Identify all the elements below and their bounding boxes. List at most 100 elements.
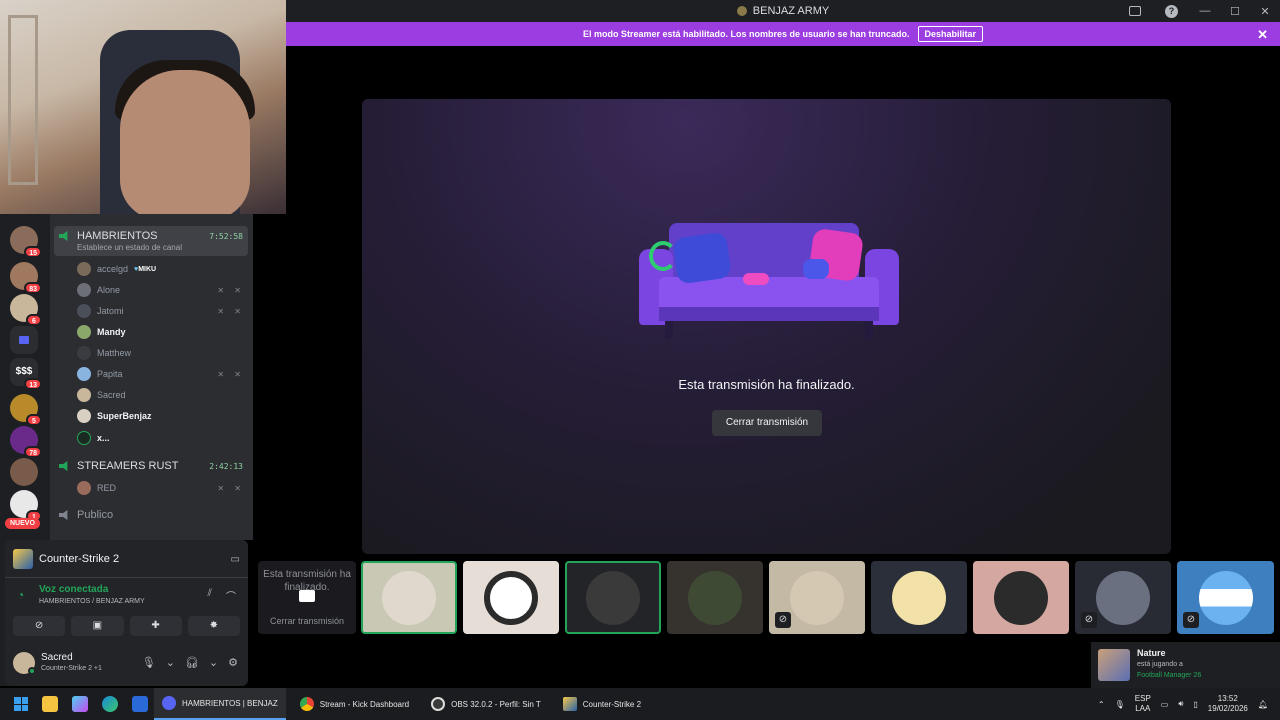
participant-tile[interactable] [565, 561, 661, 634]
online-status-icon [28, 667, 36, 675]
voice-member[interactable]: Mandy [77, 322, 245, 342]
screen-share-icon[interactable]: ▣ [71, 616, 124, 636]
voice-member[interactable]: Matthew [77, 343, 245, 363]
avatar [688, 570, 742, 625]
server-icon[interactable]: 5 [10, 394, 42, 426]
obs-icon [431, 697, 446, 711]
game-activity[interactable]: Counter-Strike 2 ▭ [13, 548, 240, 570]
minimize-icon[interactable]: — [1190, 5, 1220, 17]
channel-name: HAMBRIENTOS [77, 230, 158, 242]
banner-text: El modo Streamer está habilitado. Los no… [582, 29, 910, 39]
member-name: SuperBenjaz [97, 411, 152, 421]
member-name: Alone [97, 285, 121, 295]
network-icon[interactable]: ▭ [1161, 700, 1169, 709]
unread-badge: 78 [24, 446, 42, 458]
counter-strike-icon [562, 697, 577, 711]
app-root: BENJAZ ARMY ? — ☐ ✕ El modo Streamer est… [0, 0, 1280, 720]
muted-deafened-icon: ✕ ✕ [217, 369, 245, 379]
participant-tile[interactable] [361, 561, 457, 634]
edge-icon[interactable] [102, 696, 118, 712]
inbox-icon[interactable] [1129, 6, 1141, 16]
microphone-icon[interactable]: 🎙︎ [1115, 700, 1125, 709]
avatar [77, 431, 91, 445]
battery-icon[interactable]: ▯ [1193, 700, 1197, 709]
windows-start-icon[interactable] [14, 697, 28, 711]
taskbar-app-chrome[interactable]: Stream - Kick Dashboard [292, 688, 417, 720]
settings-gear-icon[interactable]: ⚙ [228, 656, 238, 669]
unread-badge: 83 [24, 282, 42, 294]
voice-channel-path[interactable]: HAMBRIENTOS / BENJAZ ARMY [39, 598, 145, 605]
stream-game-icon[interactable]: ▭ [231, 554, 240, 565]
chevron-down-icon[interactable]: ⌄ [166, 656, 175, 669]
taskbar-app-cs2[interactable]: Counter-Strike 2 [555, 688, 649, 720]
disable-streamer-button[interactable]: Deshabilitar [917, 26, 984, 42]
voice-channel-hambrientos[interactable]: HAMBRIENTOS 7:52:58 Establece un estado … [54, 226, 248, 256]
game-name: Counter-Strike 2 [39, 553, 120, 565]
chevron-up-icon[interactable]: ⌃ [1098, 700, 1105, 709]
voice-member[interactable]: Sacred [77, 385, 245, 405]
stream-mini-tile[interactable]: Esta transmisión ha finalizado. Cerrar t… [258, 561, 356, 634]
headphones-icon[interactable]: 🎧︎ [185, 656, 199, 669]
server-icon[interactable]: 78 [10, 426, 42, 458]
participant-tile[interactable]: ⊘ [769, 561, 865, 634]
participant-tile[interactable]: ⊘ [1075, 561, 1171, 634]
server-icon[interactable]: 1 [10, 490, 42, 522]
clock[interactable]: 13:52 19/02/2026 [1208, 694, 1248, 714]
voice-member[interactable]: accelgd MIKU [77, 259, 245, 279]
voice-member[interactable]: Alone ✕ ✕ [77, 280, 245, 300]
server-icon[interactable]: 6 [10, 294, 42, 326]
store-icon[interactable] [132, 696, 148, 712]
activity-toast[interactable]: Nature está jugando a Football Manager 2… [1091, 642, 1280, 688]
participant-tile[interactable] [463, 561, 559, 634]
voice-member[interactable]: RED ✕ ✕ [77, 478, 245, 498]
server-icon[interactable] [10, 458, 38, 486]
banner-close-icon[interactable]: ✕ [1257, 27, 1268, 43]
member-name: Papita [97, 369, 123, 379]
taskbar-app-discord[interactable]: HAMBRIENTOS | BENJAZ [154, 688, 286, 720]
noise-suppression-icon[interactable]: ⫽ [208, 588, 212, 603]
channel-status[interactable]: Establece un estado de canal [54, 243, 248, 256]
camera-off-icon[interactable]: ⊘ [13, 616, 66, 636]
server-icon[interactable]: 15 [10, 226, 42, 258]
participant-tile[interactable] [667, 561, 763, 634]
voice-member[interactable]: x... [77, 428, 245, 448]
notification-icon[interactable]: 🔔︎ [1258, 700, 1268, 709]
toast-user-name: Nature [1137, 648, 1166, 658]
server-icon[interactable]: 83 [10, 262, 42, 294]
voice-channel-streamers-rust[interactable]: STREAMERS RUST 2:42:13 [54, 456, 248, 476]
activities-icon[interactable]: ✚ [129, 616, 182, 636]
server-icon[interactable]: $$$ 13 [10, 358, 42, 390]
microphone-icon[interactable]: 🎙︎ [142, 656, 156, 669]
maximize-icon[interactable]: ☐ [1220, 5, 1250, 18]
voice-member[interactable]: SuperBenjaz [77, 406, 245, 426]
voice-member[interactable]: Papita ✕ ✕ [77, 364, 245, 384]
avatar [77, 262, 91, 276]
language-indicator[interactable]: ESP LAA [1135, 694, 1151, 714]
unread-badge: 15 [24, 246, 42, 258]
close-stream-button[interactable]: Cerrar transmisión [712, 410, 822, 436]
signal-icon[interactable]: ◔ [17, 588, 24, 602]
copilot-icon[interactable] [72, 696, 88, 712]
user-activity: Counter-Strike 2 +1 [41, 665, 102, 672]
server-folder-icon[interactable] [10, 326, 38, 354]
voice-status: Voz conectada [39, 584, 109, 595]
taskbar-app-obs[interactable]: OBS 32.0.2 - Perfil: Sin T [423, 688, 549, 720]
voice-member[interactable]: Jatomi ✕ ✕ [77, 301, 245, 321]
participant-tile[interactable] [973, 561, 1069, 634]
window-title: BENJAZ ARMY [736, 5, 829, 17]
participant-tile[interactable] [871, 561, 967, 634]
chevron-down-icon[interactable]: ⌄ [209, 656, 218, 669]
gamepad-icon [803, 259, 829, 279]
participant-tile[interactable]: ⊘ [1177, 561, 1274, 634]
volume-icon[interactable]: 🔊︎ [1178, 699, 1183, 709]
close-icon[interactable]: ✕ [1250, 5, 1280, 18]
file-explorer-icon[interactable] [42, 696, 58, 712]
disconnect-icon[interactable]: ⌒ [226, 588, 236, 603]
unread-badge: 6 [26, 314, 42, 326]
member-name: Matthew [97, 348, 132, 358]
help-icon[interactable]: ? [1165, 4, 1178, 18]
mini-close-stream-button[interactable]: Cerrar transmisión [258, 616, 356, 626]
member-name: accelgd [97, 264, 129, 274]
soundboard-icon[interactable]: ✸ [187, 616, 240, 636]
voice-channel-publico[interactable]: Publico [54, 505, 248, 525]
